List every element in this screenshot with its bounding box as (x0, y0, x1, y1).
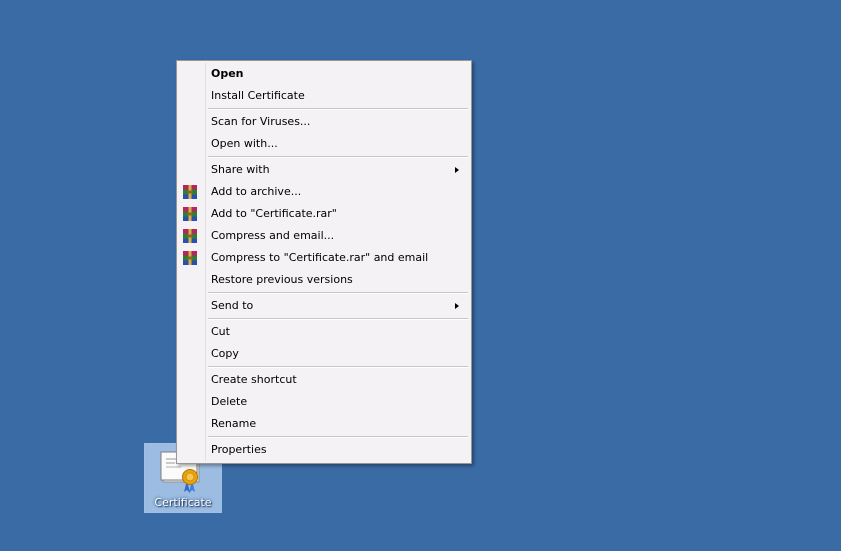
menu-item-open-with[interactable]: Open with... (179, 133, 469, 155)
context-menu: Open Install Certificate Scan for Viruse… (176, 60, 472, 464)
menu-item-create-shortcut[interactable]: Create shortcut (179, 369, 469, 391)
menu-item-open[interactable]: Open (179, 63, 469, 85)
submenu-arrow-icon (455, 167, 459, 173)
menu-item-label: Rename (211, 417, 257, 430)
submenu-arrow-icon (455, 303, 459, 309)
menu-item-label: Properties (211, 443, 267, 456)
menu-item-restore-previous-versions[interactable]: Restore previous versions (179, 269, 469, 291)
winrar-icon (183, 185, 197, 199)
menu-item-label: Share with (211, 163, 270, 176)
menu-item-add-to-certificate-rar[interactable]: Add to "Certificate.rar" (179, 203, 469, 225)
menu-item-rename[interactable]: Rename (179, 413, 469, 435)
winrar-icon (183, 251, 197, 265)
menu-separator (208, 318, 468, 320)
menu-item-cut[interactable]: Cut (179, 321, 469, 343)
menu-separator (208, 366, 468, 368)
menu-separator (208, 156, 468, 158)
menu-item-label: Compress and email... (211, 229, 335, 242)
winrar-icon (183, 207, 197, 221)
menu-item-install-certificate[interactable]: Install Certificate (179, 85, 469, 107)
menu-item-compress-and-email[interactable]: Compress and email... (179, 225, 469, 247)
menu-item-label: Restore previous versions (211, 273, 353, 286)
menu-item-compress-to-rar-and-email[interactable]: Compress to "Certificate.rar" and email (179, 247, 469, 269)
menu-item-label: Open (211, 67, 244, 80)
menu-item-label: Delete (211, 395, 248, 408)
menu-item-label: Add to "Certificate.rar" (211, 207, 337, 220)
menu-item-label: Open with... (211, 137, 278, 150)
menu-item-share-with[interactable]: Share with (179, 159, 469, 181)
menu-item-send-to[interactable]: Send to (179, 295, 469, 317)
menu-separator (208, 292, 468, 294)
menu-item-label: Compress to "Certificate.rar" and email (211, 251, 429, 264)
menu-item-properties[interactable]: Properties (179, 439, 469, 461)
menu-item-delete[interactable]: Delete (179, 391, 469, 413)
menu-item-label: Copy (211, 347, 239, 360)
desktop-icon-label: Certificate (154, 496, 212, 509)
menu-separator (208, 108, 468, 110)
menu-separator (208, 436, 468, 438)
menu-item-label: Scan for Viruses... (211, 115, 311, 128)
menu-item-copy[interactable]: Copy (179, 343, 469, 365)
menu-item-add-to-archive[interactable]: Add to archive... (179, 181, 469, 203)
menu-item-label: Cut (211, 325, 230, 338)
winrar-icon (183, 229, 197, 243)
menu-item-scan-for-viruses[interactable]: Scan for Viruses... (179, 111, 469, 133)
menu-item-label: Add to archive... (211, 185, 302, 198)
menu-item-label: Install Certificate (211, 89, 305, 102)
menu-item-label: Send to (211, 299, 254, 312)
menu-item-label: Create shortcut (211, 373, 297, 386)
